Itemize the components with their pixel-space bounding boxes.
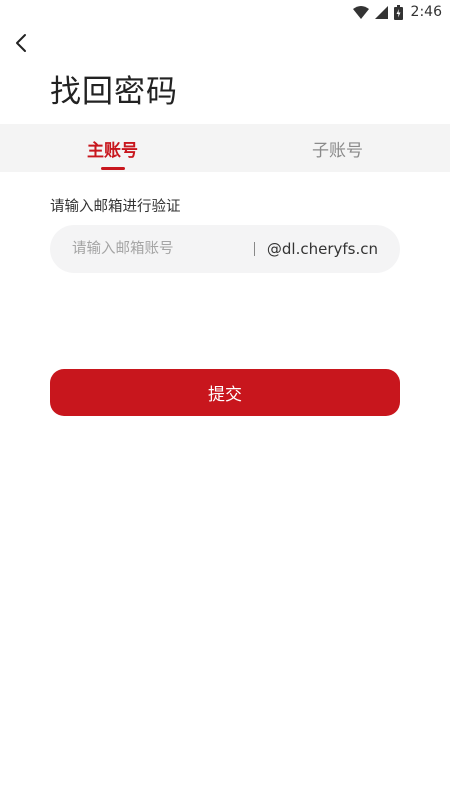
account-type-tabs: 主账号 子账号 — [0, 124, 450, 172]
cell-signal-icon — [374, 5, 388, 19]
email-domain-suffix: @dl.cheryfs.cn — [266, 240, 378, 258]
verification-hint: 请输入邮箱进行验证 — [50, 199, 181, 215]
tab-active-indicator — [100, 167, 125, 170]
tab-label: 主账号 — [87, 140, 138, 161]
tab-main-account[interactable]: 主账号 — [0, 124, 225, 172]
find-password-screen: 2:46 找回密码 主账号 子账号 请输入邮箱进行验证 @dl.cheryfs.… — [0, 0, 450, 800]
input-divider — [253, 242, 255, 256]
tab-sub-account[interactable]: 子账号 — [225, 124, 450, 172]
page-title: 找回密码 — [50, 74, 178, 110]
tab-label: 子账号 — [312, 140, 363, 161]
back-button[interactable] — [8, 30, 34, 56]
email-input[interactable] — [50, 225, 254, 273]
wifi-icon — [352, 5, 369, 19]
chevron-left-icon — [16, 34, 26, 52]
status-time: 2:46 — [410, 4, 442, 20]
submit-button[interactable]: 提交 — [50, 369, 400, 416]
battery-charging-icon — [393, 4, 403, 20]
email-field-container: @dl.cheryfs.cn — [50, 225, 400, 273]
status-bar: 2:46 — [0, 0, 450, 24]
